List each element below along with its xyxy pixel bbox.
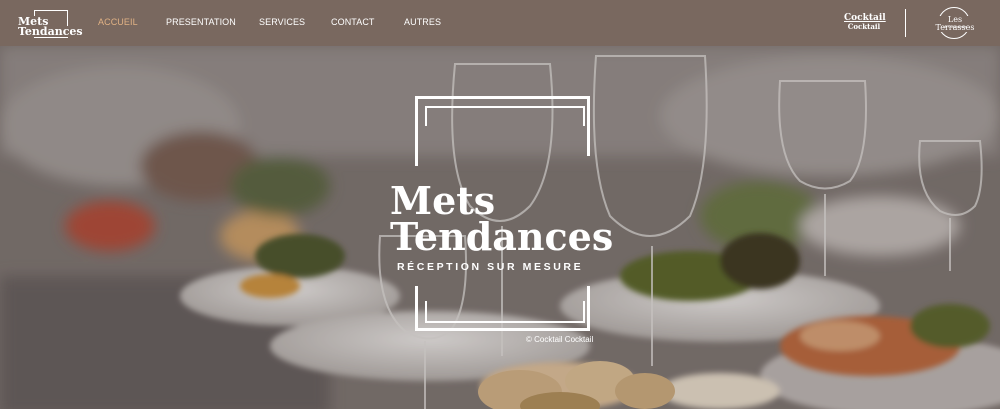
nav-item-autres[interactable]: AUTRES bbox=[404, 17, 441, 27]
partner-logo-terrasses[interactable]: Les Terrasses de Coutheuvre bbox=[928, 7, 982, 39]
hero-tagline: RÉCEPTION SUR MESURE bbox=[397, 261, 584, 273]
nav-item-accueil[interactable]: ACCUEIL bbox=[98, 17, 138, 27]
nav-item-presentation[interactable]: PRESENTATION bbox=[166, 17, 236, 27]
partner-terrasses-line-2: de Coutheuvre bbox=[943, 25, 967, 29]
partner-terrasses-line-1: Les Terrasses bbox=[928, 16, 982, 32]
hero-title-line-2: Tendances bbox=[390, 214, 614, 259]
logo-line-2: Tendances bbox=[17, 25, 84, 38]
nav-item-services[interactable]: SERVICES bbox=[259, 17, 305, 27]
top-navbar: Mets Tendances ACCUEIL PRESENTATION SERV… bbox=[0, 0, 1000, 46]
partner-cocktail-line-2: Cocktail bbox=[847, 22, 881, 31]
nav-divider bbox=[905, 9, 906, 37]
partner-logo-cocktail[interactable]: Cocktail Cocktail bbox=[844, 13, 886, 31]
hero-banner: Mets Tendances RÉCEPTION SUR MESURE © Co… bbox=[0, 46, 1000, 409]
nav-item-contact[interactable]: CONTACT bbox=[331, 17, 375, 27]
photo-credit: © Cocktail Cocktail bbox=[526, 335, 594, 344]
site-logo[interactable]: Mets Tendances bbox=[14, 8, 84, 40]
